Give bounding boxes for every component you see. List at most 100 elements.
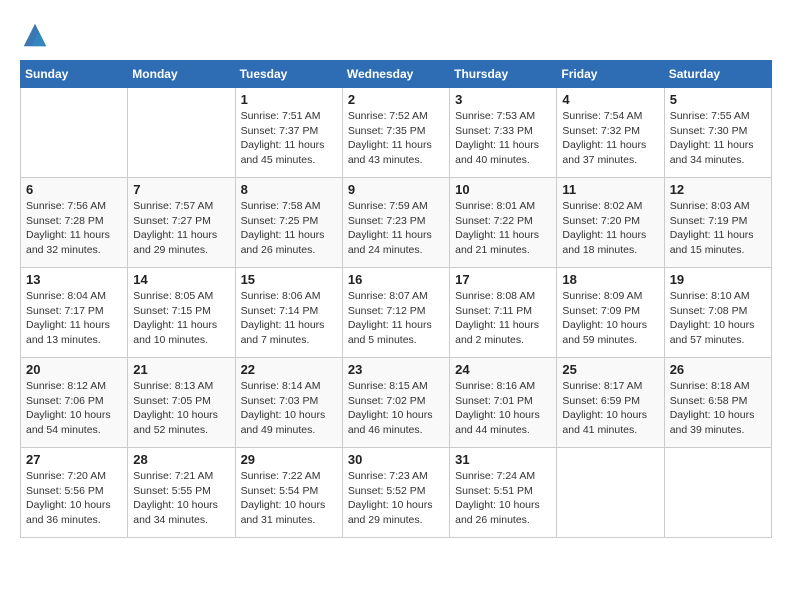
day-detail: Sunrise: 8:12 AM Sunset: 7:06 PM Dayligh… (26, 379, 122, 438)
day-number: 2 (348, 92, 444, 107)
day-number: 14 (133, 272, 229, 287)
day-number: 4 (562, 92, 658, 107)
day-detail: Sunrise: 8:05 AM Sunset: 7:15 PM Dayligh… (133, 289, 229, 348)
day-detail: Sunrise: 8:07 AM Sunset: 7:12 PM Dayligh… (348, 289, 444, 348)
day-number: 9 (348, 182, 444, 197)
day-cell: 26Sunrise: 8:18 AM Sunset: 6:58 PM Dayli… (664, 358, 771, 448)
week-row-3: 13 Sunrise: 8:04 AM Sunset: 7:17 PM Dayli… (21, 268, 772, 358)
day-cell: 18 Sunrise: 8:09 AM Sunset: 7:09 PM Dayli… (557, 268, 664, 358)
header-cell-tuesday: Tuesday (235, 61, 342, 88)
day-detail: Sunrise: 7:51 AM Sunset: 7:37 PM Dayligh… (241, 109, 337, 168)
day-detail: Sunrise: 8:14 AM Sunset: 7:03 PM Dayligh… (241, 379, 337, 438)
day-cell: 15Sunrise: 8:06 AM Sunset: 7:14 PM Dayli… (235, 268, 342, 358)
day-detail: Sunrise: 8:16 AM Sunset: 7:01 PM Dayligh… (455, 379, 551, 438)
day-number: 11 (562, 182, 658, 197)
day-number: 19 (670, 272, 766, 287)
page-header (20, 20, 772, 50)
day-cell: 10 Sunrise: 8:01 AM Sunset: 7:22 PM Dayli… (450, 178, 557, 268)
day-cell: 8Sunrise: 7:58 AM Sunset: 7:25 PM Daylig… (235, 178, 342, 268)
day-detail: Sunrise: 7:58 AM Sunset: 7:25 PM Dayligh… (241, 199, 337, 258)
day-detail: Sunrise: 7:54 AM Sunset: 7:32 PM Dayligh… (562, 109, 658, 168)
day-detail: Sunrise: 7:22 AM Sunset: 5:54 PM Dayligh… (241, 469, 337, 528)
day-detail: Sunrise: 7:57 AM Sunset: 7:27 PM Dayligh… (133, 199, 229, 258)
day-number: 29 (241, 452, 337, 467)
day-cell: 7 Sunrise: 7:57 AM Sunset: 7:27 PM Daylig… (128, 178, 235, 268)
day-number: 7 (133, 182, 229, 197)
day-detail: Sunrise: 7:20 AM Sunset: 5:56 PM Dayligh… (26, 469, 122, 528)
day-cell: 27Sunrise: 7:20 AM Sunset: 5:56 PM Dayli… (21, 448, 128, 538)
day-number: 22 (241, 362, 337, 377)
day-cell: 22 Sunrise: 8:14 AM Sunset: 7:03 PM Dayli… (235, 358, 342, 448)
header-cell-friday: Friday (557, 61, 664, 88)
day-detail: Sunrise: 8:10 AM Sunset: 7:08 PM Dayligh… (670, 289, 766, 348)
day-detail: Sunrise: 8:08 AM Sunset: 7:11 PM Dayligh… (455, 289, 551, 348)
day-number: 3 (455, 92, 551, 107)
day-detail: Sunrise: 8:04 AM Sunset: 7:17 PM Dayligh… (26, 289, 122, 348)
day-number: 16 (348, 272, 444, 287)
header-cell-sunday: Sunday (21, 61, 128, 88)
header-cell-monday: Monday (128, 61, 235, 88)
day-detail: Sunrise: 8:09 AM Sunset: 7:09 PM Dayligh… (562, 289, 658, 348)
day-detail: Sunrise: 8:17 AM Sunset: 6:59 PM Dayligh… (562, 379, 658, 438)
day-cell: 25 Sunrise: 8:17 AM Sunset: 6:59 PM Dayli… (557, 358, 664, 448)
day-detail: Sunrise: 7:56 AM Sunset: 7:28 PM Dayligh… (26, 199, 122, 258)
day-number: 30 (348, 452, 444, 467)
day-detail: Sunrise: 7:52 AM Sunset: 7:35 PM Dayligh… (348, 109, 444, 168)
day-detail: Sunrise: 8:02 AM Sunset: 7:20 PM Dayligh… (562, 199, 658, 258)
day-cell (21, 88, 128, 178)
day-cell: 24 Sunrise: 8:16 AM Sunset: 7:01 PM Dayli… (450, 358, 557, 448)
day-number: 26 (670, 362, 766, 377)
day-detail: Sunrise: 8:03 AM Sunset: 7:19 PM Dayligh… (670, 199, 766, 258)
day-number: 23 (348, 362, 444, 377)
header-cell-thursday: Thursday (450, 61, 557, 88)
day-number: 17 (455, 272, 551, 287)
week-row-2: 6 Sunrise: 7:56 AM Sunset: 7:28 PM Daylig… (21, 178, 772, 268)
day-cell: 2 Sunrise: 7:52 AM Sunset: 7:35 PM Daylig… (342, 88, 449, 178)
header-cell-wednesday: Wednesday (342, 61, 449, 88)
day-number: 25 (562, 362, 658, 377)
calendar-table: SundayMondayTuesdayWednesdayThursdayFrid… (20, 60, 772, 538)
day-cell: 5Sunrise: 7:55 AM Sunset: 7:30 PM Daylig… (664, 88, 771, 178)
day-cell: 13 Sunrise: 8:04 AM Sunset: 7:17 PM Dayli… (21, 268, 128, 358)
day-number: 21 (133, 362, 229, 377)
week-row-1: 1 Sunrise: 7:51 AM Sunset: 7:37 PM Daylig… (21, 88, 772, 178)
day-cell: 21 Sunrise: 8:13 AM Sunset: 7:05 PM Dayli… (128, 358, 235, 448)
week-row-5: 27Sunrise: 7:20 AM Sunset: 5:56 PM Dayli… (21, 448, 772, 538)
day-cell: 23 Sunrise: 8:15 AM Sunset: 7:02 PM Dayli… (342, 358, 449, 448)
day-number: 1 (241, 92, 337, 107)
day-number: 15 (241, 272, 337, 287)
day-cell: 29 Sunrise: 7:22 AM Sunset: 5:54 PM Dayli… (235, 448, 342, 538)
day-detail: Sunrise: 8:01 AM Sunset: 7:22 PM Dayligh… (455, 199, 551, 258)
day-cell: 28Sunrise: 7:21 AM Sunset: 5:55 PM Dayli… (128, 448, 235, 538)
day-cell: 20 Sunrise: 8:12 AM Sunset: 7:06 PM Dayli… (21, 358, 128, 448)
day-number: 18 (562, 272, 658, 287)
header-row: SundayMondayTuesdayWednesdayThursdayFrid… (21, 61, 772, 88)
day-cell: 4 Sunrise: 7:54 AM Sunset: 7:32 PM Daylig… (557, 88, 664, 178)
day-detail: Sunrise: 7:53 AM Sunset: 7:33 PM Dayligh… (455, 109, 551, 168)
day-cell (557, 448, 664, 538)
day-detail: Sunrise: 7:59 AM Sunset: 7:23 PM Dayligh… (348, 199, 444, 258)
day-detail: Sunrise: 8:15 AM Sunset: 7:02 PM Dayligh… (348, 379, 444, 438)
day-cell: 16 Sunrise: 8:07 AM Sunset: 7:12 PM Dayli… (342, 268, 449, 358)
day-cell: 9 Sunrise: 7:59 AM Sunset: 7:23 PM Daylig… (342, 178, 449, 268)
day-cell: 19 Sunrise: 8:10 AM Sunset: 7:08 PM Dayli… (664, 268, 771, 358)
day-cell: 3 Sunrise: 7:53 AM Sunset: 7:33 PM Daylig… (450, 88, 557, 178)
day-cell (664, 448, 771, 538)
day-detail: Sunrise: 8:13 AM Sunset: 7:05 PM Dayligh… (133, 379, 229, 438)
day-cell: 30 Sunrise: 7:23 AM Sunset: 5:52 PM Dayli… (342, 448, 449, 538)
day-detail: Sunrise: 7:23 AM Sunset: 5:52 PM Dayligh… (348, 469, 444, 528)
day-number: 20 (26, 362, 122, 377)
day-number: 13 (26, 272, 122, 287)
day-cell: 11 Sunrise: 8:02 AM Sunset: 7:20 PM Dayli… (557, 178, 664, 268)
day-cell: 17 Sunrise: 8:08 AM Sunset: 7:11 PM Dayli… (450, 268, 557, 358)
day-detail: Sunrise: 7:55 AM Sunset: 7:30 PM Dayligh… (670, 109, 766, 168)
day-detail: Sunrise: 7:24 AM Sunset: 5:51 PM Dayligh… (455, 469, 551, 528)
day-number: 24 (455, 362, 551, 377)
day-number: 6 (26, 182, 122, 197)
day-number: 28 (133, 452, 229, 467)
day-cell: 14 Sunrise: 8:05 AM Sunset: 7:15 PM Dayli… (128, 268, 235, 358)
day-number: 31 (455, 452, 551, 467)
day-number: 10 (455, 182, 551, 197)
week-row-4: 20 Sunrise: 8:12 AM Sunset: 7:06 PM Dayli… (21, 358, 772, 448)
day-cell (128, 88, 235, 178)
